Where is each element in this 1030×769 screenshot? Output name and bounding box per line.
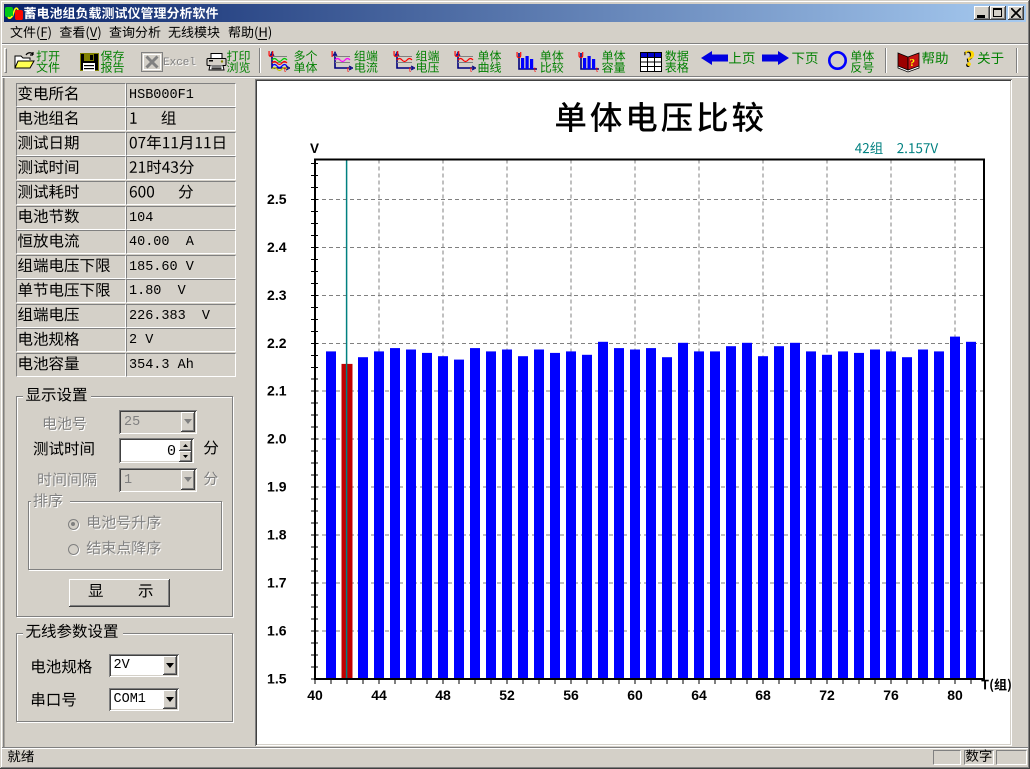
svg-text:V: V: [310, 141, 319, 156]
svg-text:U: U: [454, 51, 460, 59]
svg-text:2.0: 2.0: [267, 431, 287, 447]
svg-text:t: t: [534, 67, 536, 72]
svg-text:t: t: [470, 67, 472, 72]
svg-text:t: t: [284, 67, 286, 72]
svg-text:U: U: [578, 51, 584, 60]
svg-text:56: 56: [563, 687, 579, 703]
svg-text:U: U: [268, 51, 274, 59]
svg-text:64: 64: [691, 687, 707, 703]
svg-text:44: 44: [371, 687, 387, 703]
svg-text:40: 40: [307, 687, 323, 703]
svg-text:52: 52: [499, 687, 515, 703]
svg-text:2.2: 2.2: [267, 335, 287, 351]
svg-text:U: U: [393, 51, 399, 59]
svg-text:1.7: 1.7: [267, 575, 287, 591]
svg-text:2.4: 2.4: [267, 239, 287, 255]
svg-text:t: t: [409, 67, 411, 72]
svg-text:I: I: [331, 51, 333, 59]
svg-text:2.5: 2.5: [267, 191, 287, 207]
svg-text:68: 68: [755, 687, 771, 703]
svg-text:t: t: [596, 67, 598, 72]
svg-text:72: 72: [819, 687, 835, 703]
svg-text:t: t: [347, 67, 349, 72]
svg-text:U: U: [516, 51, 522, 60]
svg-text:1.8: 1.8: [267, 527, 287, 543]
svg-text:48: 48: [435, 687, 451, 703]
svg-text:?: ?: [964, 48, 976, 71]
svg-text:?: ?: [910, 57, 916, 69]
svg-text:60: 60: [627, 687, 643, 703]
svg-text:1.9: 1.9: [267, 479, 287, 495]
svg-text:1.5: 1.5: [267, 671, 287, 687]
svg-text:1.6: 1.6: [267, 623, 287, 639]
svg-text:76: 76: [883, 687, 899, 703]
svg-text:2.3: 2.3: [267, 287, 287, 303]
svg-text:80: 80: [947, 687, 963, 703]
svg-text:2.1: 2.1: [267, 383, 287, 399]
